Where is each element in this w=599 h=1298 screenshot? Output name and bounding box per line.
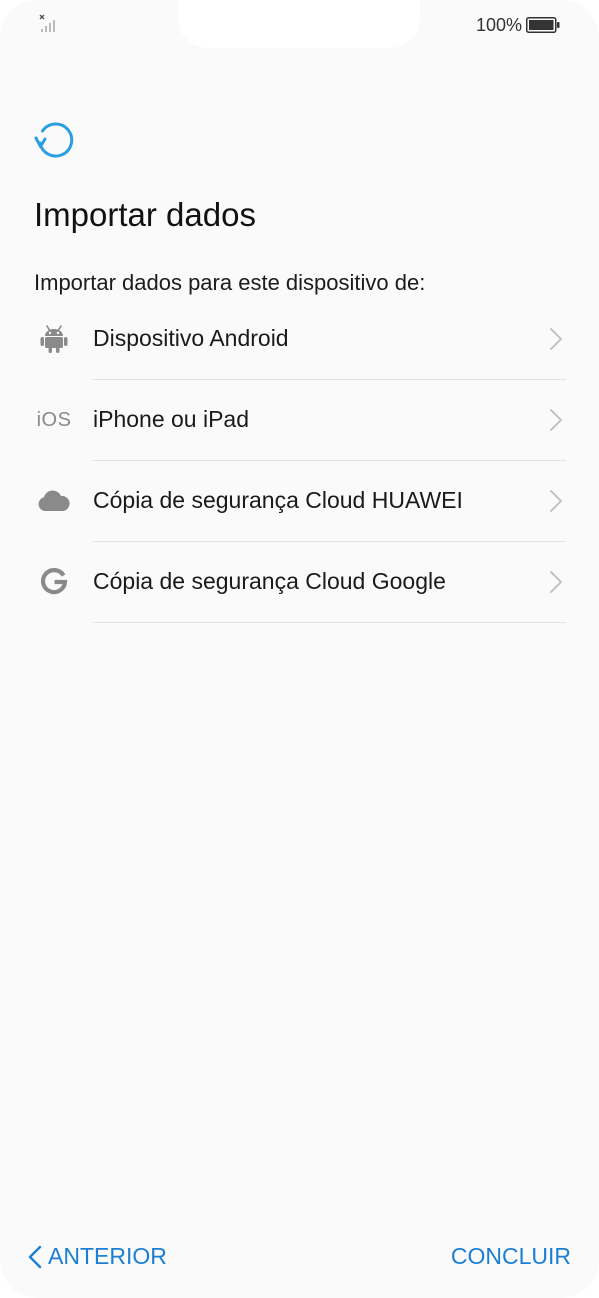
ios-icon: iOS (34, 404, 74, 436)
import-source-list: Dispositivo Android iOS iPhone ou iPad C… (0, 299, 599, 623)
option-label: iPhone ou iPad (93, 406, 250, 432)
chevron-right-icon (550, 328, 562, 350)
back-button-label: ANTERIOR (48, 1243, 167, 1269)
battery-percentage: 100% (475, 15, 522, 35)
option-google-cloud-backup[interactable]: Cópia de segurança Cloud Google (0, 542, 599, 623)
divider (93, 622, 566, 623)
chevron-right-icon (550, 409, 562, 431)
page-subtitle: Importar dados para este dispositivo de: (34, 270, 426, 295)
cloud-icon (34, 485, 74, 517)
battery-icon (526, 17, 560, 33)
chevron-right-icon (550, 571, 562, 593)
google-icon (34, 566, 74, 598)
chevron-right-icon (550, 490, 562, 512)
status-bar: 100% (0, 0, 599, 50)
sync-icon (34, 122, 74, 158)
option-label: Cópia de segurança Cloud Google (93, 568, 446, 594)
finish-button[interactable]: CONCLUIR (451, 1243, 571, 1270)
android-icon (34, 323, 74, 355)
option-huawei-cloud-backup[interactable]: Cópia de segurança Cloud HUAWEI (0, 461, 599, 542)
display-notch (178, 0, 420, 48)
option-label: Cópia de segurança Cloud HUAWEI (93, 487, 463, 513)
phone-screen: 100% Importar dados Importar dados para … (0, 0, 599, 1298)
back-button[interactable]: ANTERIOR (28, 1243, 167, 1270)
no-signal-icon (39, 14, 55, 32)
chevron-left-icon (28, 1245, 42, 1268)
option-label: Dispositivo Android (93, 325, 289, 351)
page-title: Importar dados (34, 196, 256, 233)
option-android-device[interactable]: Dispositivo Android (0, 299, 599, 380)
ios-icon-text: iOS (36, 408, 72, 431)
option-iphone-ipad[interactable]: iOS iPhone ou iPad (0, 380, 599, 461)
